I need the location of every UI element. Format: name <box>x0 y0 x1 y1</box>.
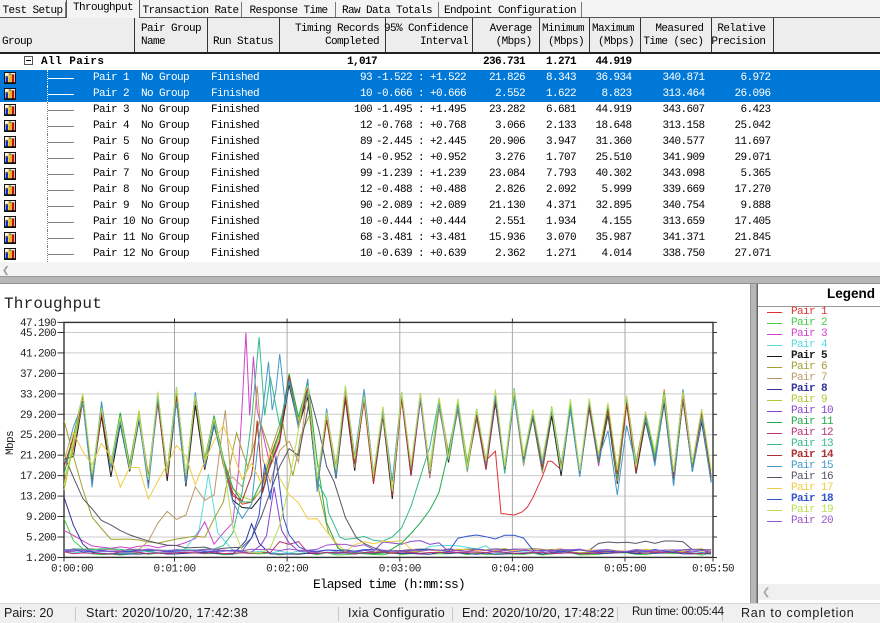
svg-text:0:02:00: 0:02:00 <box>266 564 308 576</box>
svg-text:33.200: 33.200 <box>20 389 56 401</box>
svg-text:0:03:00: 0:03:00 <box>379 564 421 576</box>
svg-text:0:04:00: 0:04:00 <box>491 564 533 576</box>
svg-text:9.200: 9.200 <box>26 512 56 524</box>
svg-text:25.200: 25.200 <box>20 430 56 442</box>
svg-text:0:01:00: 0:01:00 <box>153 564 195 576</box>
svg-text:17.200: 17.200 <box>20 471 56 483</box>
svg-text:5.200: 5.200 <box>26 533 56 545</box>
svg-text:Mbps: Mbps <box>5 431 15 455</box>
svg-text:45.200: 45.200 <box>20 328 56 340</box>
svg-text:0:05:00: 0:05:00 <box>604 564 646 576</box>
svg-text:37.200: 37.200 <box>20 369 56 381</box>
svg-text:0:00:00: 0:00:00 <box>51 564 93 576</box>
svg-text:0:05:50: 0:05:50 <box>692 564 734 576</box>
svg-text:21.200: 21.200 <box>20 451 56 463</box>
svg-text:13.200: 13.200 <box>20 492 56 504</box>
svg-text:29.200: 29.200 <box>20 410 56 422</box>
svg-text:41.200: 41.200 <box>20 348 56 360</box>
